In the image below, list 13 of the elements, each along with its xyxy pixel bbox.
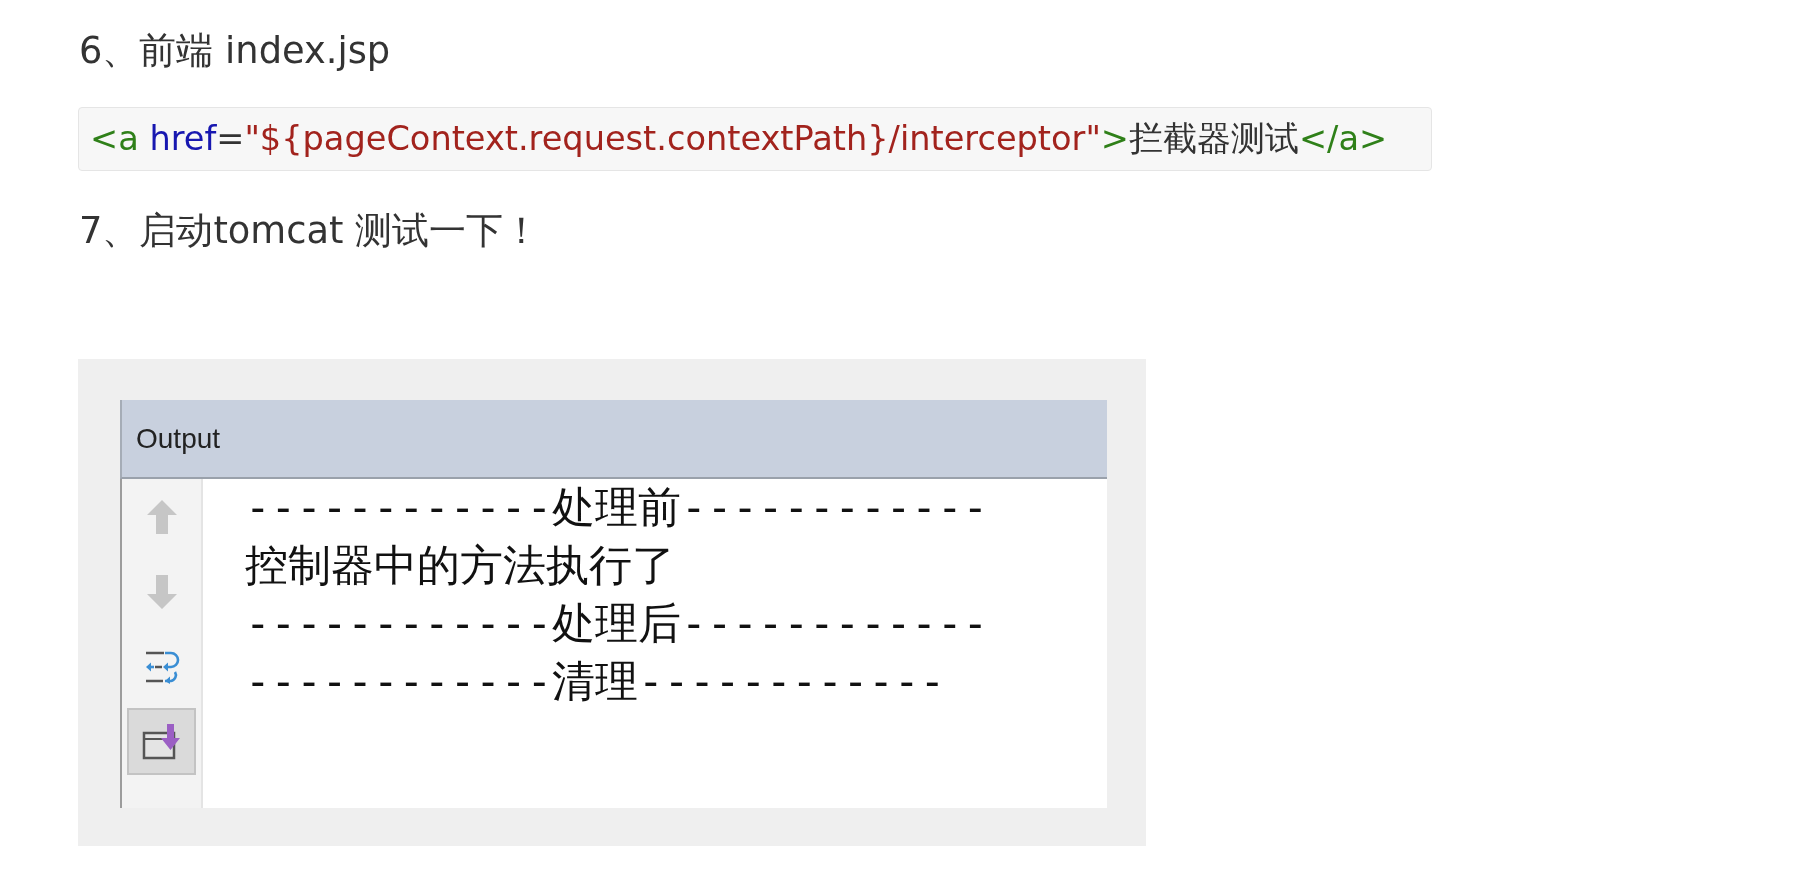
- console-line: 控制器中的方法执行了: [245, 540, 675, 592]
- section-heading: 6、前端 index.jsp: [79, 28, 391, 74]
- console-line: ------------处理前------------: [245, 482, 989, 534]
- down-arrow-icon: [146, 574, 177, 609]
- code-line: <a href="${pageContext.request.contextPath}/interceptor">拦截器测试</a>: [90, 118, 1388, 160]
- panel-title: Output: [136, 422, 221, 455]
- window-arrow-icon: [141, 723, 182, 760]
- wrap-lines-icon: [143, 649, 180, 684]
- up-arrow-icon: [146, 499, 177, 534]
- console-line: ------------清理------------: [245, 656, 946, 708]
- section-heading: 7、启动tomcat 测试一下！: [79, 208, 541, 254]
- console-line: ------------处理后------------: [245, 598, 989, 650]
- auto-scroll-button[interactable]: [127, 708, 196, 775]
